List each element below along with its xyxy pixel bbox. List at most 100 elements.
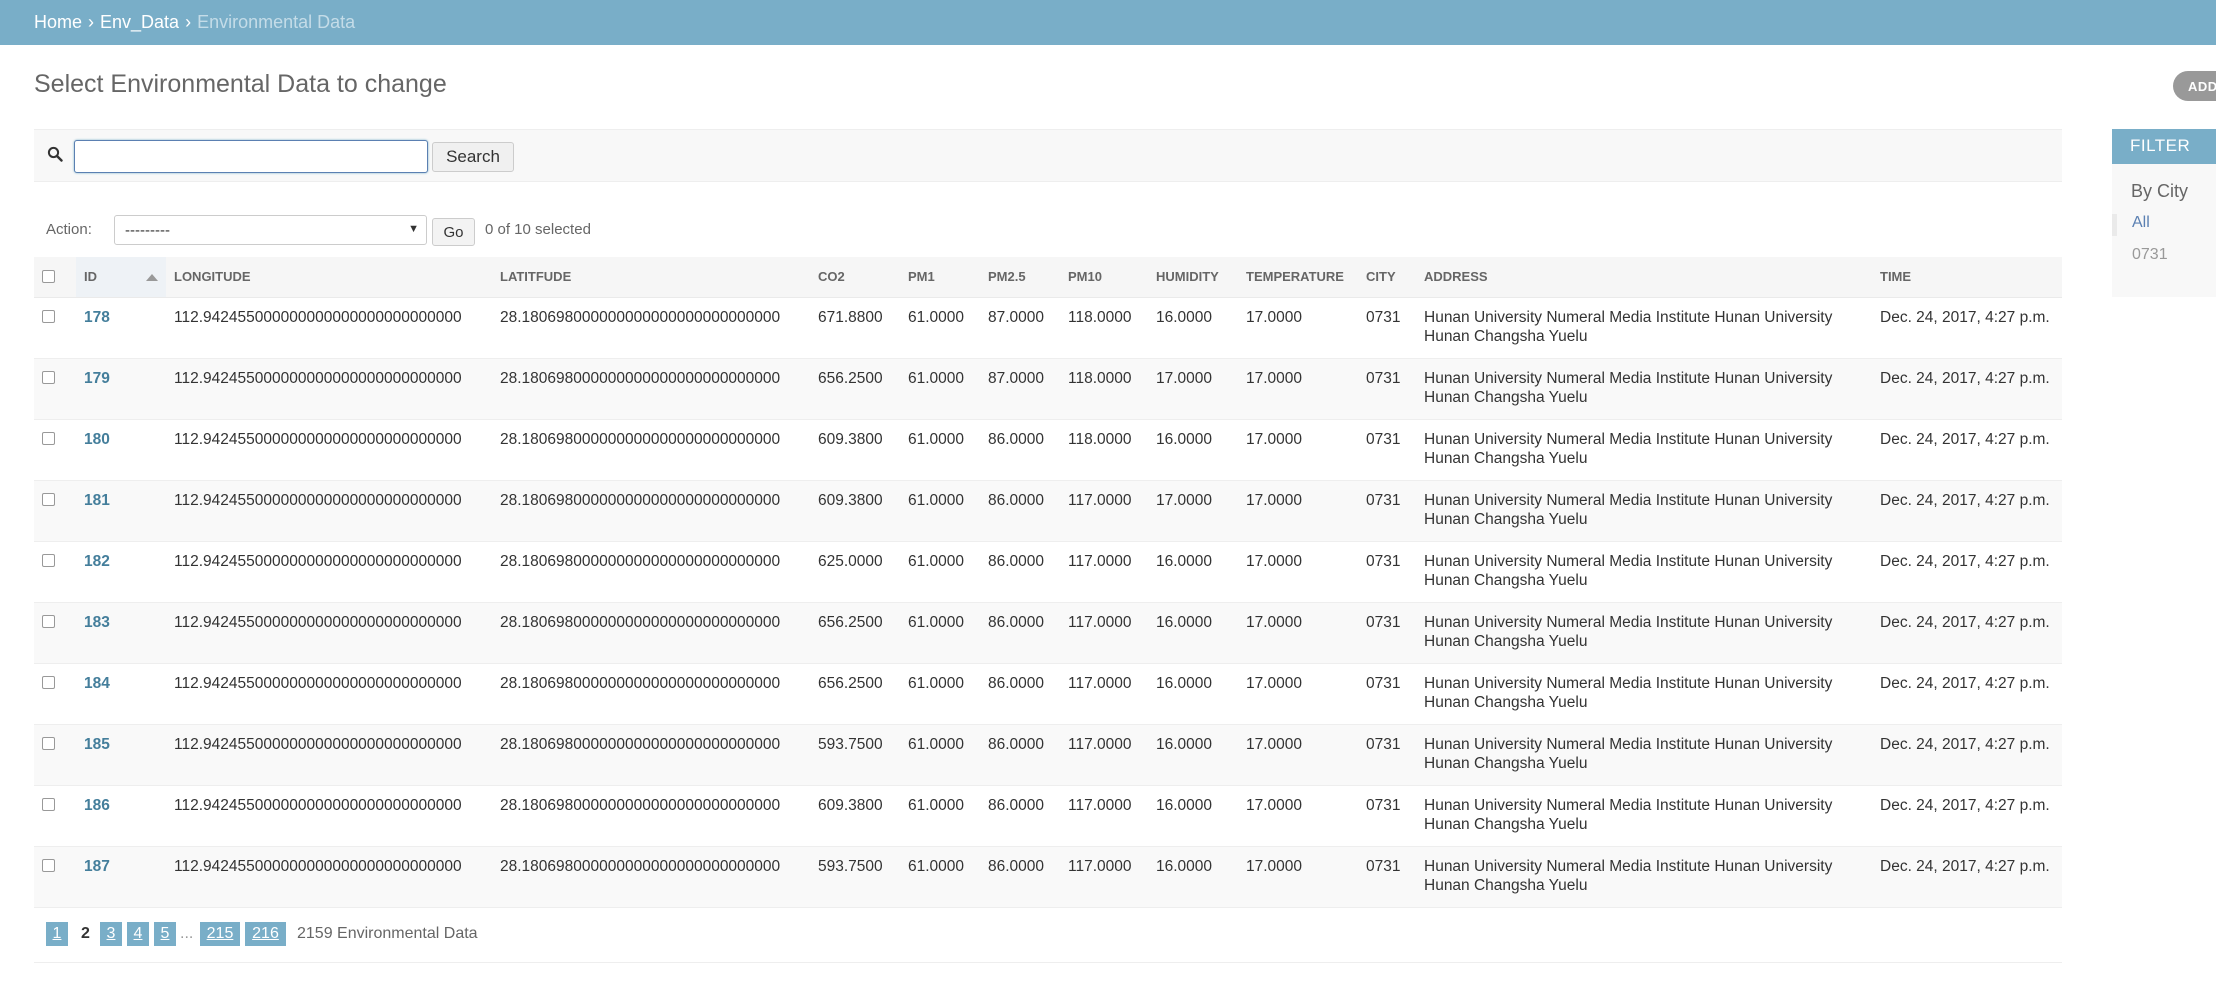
cell-longitude: 112.942455000000000000000000000000 [166, 541, 492, 603]
record-link[interactable]: 183 [84, 614, 110, 631]
record-link[interactable]: 181 [84, 492, 110, 509]
record-link[interactable]: 178 [84, 309, 110, 326]
column-header-latitfude[interactable]: LATITFUDE [492, 257, 810, 298]
breadcrumb-app-link[interactable]: Env_Data [100, 12, 179, 32]
cell-humidity: 16.0000 [1148, 541, 1238, 603]
cell-city: 0731 [1358, 785, 1416, 847]
filter-title: FILTER [2112, 129, 2216, 164]
row-checkbox[interactable] [42, 370, 55, 384]
cell-pm10: 117.0000 [1060, 541, 1148, 603]
cell-longitude: 112.942455000000000000000000000000 [166, 724, 492, 786]
column-header-humidity[interactable]: HUMIDITY [1148, 257, 1238, 298]
record-link[interactable]: 182 [84, 553, 110, 570]
column-header-temperature[interactable]: TEMPERATURE [1238, 257, 1358, 298]
record-link[interactable]: 180 [84, 431, 110, 448]
cell-time: Dec. 24, 2017, 4:27 p.m. [1872, 846, 2062, 908]
record-link[interactable]: 187 [84, 858, 110, 875]
row-checkbox[interactable] [42, 797, 55, 811]
row-checkbox-cell [34, 846, 76, 908]
row-checkbox[interactable] [42, 614, 55, 628]
column-header-city[interactable]: CITY [1358, 257, 1416, 298]
row-checkbox-cell [34, 724, 76, 786]
cell-city: 0731 [1358, 846, 1416, 908]
record-link[interactable]: 179 [84, 370, 110, 387]
cell-pm1: 61.0000 [900, 602, 980, 664]
column-header-time[interactable]: TIME [1872, 257, 2062, 298]
cell-pm25: 87.0000 [980, 297, 1060, 359]
cell-latitfude: 28.180698000000000000000000000000 [492, 602, 810, 664]
column-header-longitude[interactable]: LONGITUDE [166, 257, 492, 298]
cell-temperature: 17.0000 [1238, 663, 1358, 725]
sort-ascending-icon[interactable] [146, 274, 158, 282]
cell-id: 184 [76, 663, 166, 725]
cell-pm25: 86.0000 [980, 846, 1060, 908]
row-checkbox[interactable] [42, 553, 55, 567]
page-link[interactable]: 216 [245, 922, 286, 946]
row-checkbox[interactable] [42, 736, 55, 750]
cell-longitude: 112.942455000000000000000000000000 [166, 785, 492, 847]
filter-option-0731[interactable]: 0731 [2132, 246, 2168, 264]
cell-longitude: 112.942455000000000000000000000000 [166, 297, 492, 359]
page-link[interactable]: 3 [100, 922, 122, 946]
column-header-address[interactable]: ADDRESS [1416, 257, 1872, 298]
row-checkbox[interactable] [42, 431, 55, 445]
page-link[interactable]: 4 [127, 922, 149, 946]
table-header-row: ID LONGITUDE LATITFUDE CO2 PM1 PM2.5 PM1… [34, 257, 2062, 298]
cell-pm1: 61.0000 [900, 724, 980, 786]
record-link[interactable]: 186 [84, 797, 110, 814]
row-checkbox[interactable] [42, 675, 55, 689]
page-link[interactable]: 5 [154, 922, 176, 946]
record-link[interactable]: 184 [84, 675, 110, 692]
search-button[interactable]: Search [432, 142, 514, 172]
cell-city: 0731 [1358, 602, 1416, 664]
action-label: Action: [46, 221, 92, 238]
page-title: Select Environmental Data to change [34, 70, 447, 98]
row-checkbox[interactable] [42, 309, 55, 323]
cell-pm10: 118.0000 [1060, 297, 1148, 359]
cell-pm1: 61.0000 [900, 419, 980, 481]
cell-pm25: 86.0000 [980, 785, 1060, 847]
add-button[interactable]: ADD [2173, 71, 2216, 101]
table-row: 183 112.942455000000000000000000000000 28.… [34, 602, 2062, 664]
cell-pm10: 118.0000 [1060, 419, 1148, 481]
cell-time: Dec. 24, 2017, 4:27 p.m. [1872, 602, 2062, 664]
page-link[interactable]: 1 [46, 922, 68, 946]
filter-option-all[interactable]: All [2112, 214, 2150, 236]
cell-co2: 656.2500 [810, 663, 900, 725]
cell-id: 182 [76, 541, 166, 603]
table-row: 181 112.942455000000000000000000000000 28.… [34, 480, 2062, 542]
record-link[interactable]: 185 [84, 736, 110, 753]
cell-pm1: 61.0000 [900, 480, 980, 542]
row-checkbox[interactable] [42, 492, 55, 506]
actions-bar: Action: --------- ▼ Go 0 of 10 selected [34, 213, 2062, 247]
cell-address: Hunan University Numeral Media Institute… [1416, 663, 1872, 725]
cell-address: Hunan University Numeral Media Institute… [1416, 724, 1872, 786]
cell-latitfude: 28.180698000000000000000000000000 [492, 480, 810, 542]
cell-longitude: 112.942455000000000000000000000000 [166, 358, 492, 420]
select-all-checkbox[interactable] [42, 269, 55, 283]
search-input[interactable] [74, 140, 428, 173]
cell-time: Dec. 24, 2017, 4:27 p.m. [1872, 785, 2062, 847]
row-checkbox-cell [34, 602, 76, 664]
cell-time: Dec. 24, 2017, 4:27 p.m. [1872, 480, 2062, 542]
cell-latitfude: 28.180698000000000000000000000000 [492, 846, 810, 908]
action-select[interactable]: --------- ▼ [114, 215, 427, 245]
select-all-header [34, 257, 76, 298]
go-button[interactable]: Go [432, 218, 475, 246]
page-link[interactable]: 215 [200, 922, 240, 946]
column-header-pm25[interactable]: PM2.5 [980, 257, 1060, 298]
column-header-pm10[interactable]: PM10 [1060, 257, 1148, 298]
row-checkbox[interactable] [42, 858, 55, 872]
cell-id: 180 [76, 419, 166, 481]
cell-pm1: 61.0000 [900, 358, 980, 420]
cell-id: 179 [76, 358, 166, 420]
column-header-id[interactable]: ID [76, 257, 166, 298]
row-checkbox-cell [34, 785, 76, 847]
column-header-pm1[interactable]: PM1 [900, 257, 980, 298]
breadcrumb-home-link[interactable]: Home [34, 12, 82, 32]
column-header-co2[interactable]: CO2 [810, 257, 900, 298]
cell-humidity: 16.0000 [1148, 602, 1238, 664]
cell-humidity: 17.0000 [1148, 480, 1238, 542]
cell-city: 0731 [1358, 480, 1416, 542]
cell-id: 186 [76, 785, 166, 847]
